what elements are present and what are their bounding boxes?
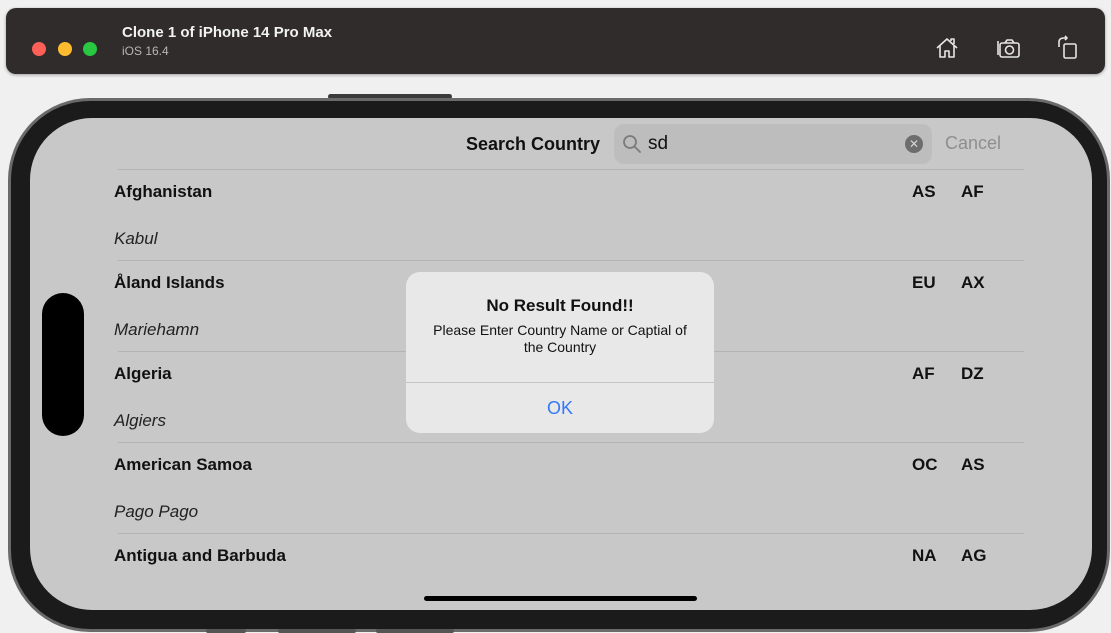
search-input[interactable] [648, 132, 888, 156]
device-screen: Search Country ✕ Cancel Afghanistan Kabu… [30, 118, 1092, 610]
zoom-window-button[interactable] [83, 42, 97, 56]
rotate-icon[interactable] [1055, 35, 1081, 61]
country-code: DZ [961, 364, 984, 383]
search-bar[interactable]: ✕ [614, 124, 932, 164]
country-code: AG [961, 546, 987, 565]
country-code: AS [961, 455, 985, 474]
search-icon [622, 134, 642, 154]
volume-up-button [278, 629, 356, 633]
list-item[interactable]: American Samoa Pago Pago OC AS [30, 442, 1092, 533]
window-title: Clone 1 of iPhone 14 Pro Max [122, 24, 333, 41]
country-capital: Mariehamn [114, 320, 200, 339]
cancel-button[interactable]: Cancel [945, 133, 1001, 154]
country-name: Afghanistan [114, 182, 213, 201]
list-item[interactable]: Afghanistan Kabul AS AF [30, 169, 1092, 260]
country-capital: Algiers [114, 411, 166, 430]
dynamic-island [42, 293, 84, 436]
clear-search-icon[interactable]: ✕ [905, 135, 923, 153]
country-name: American Samoa [114, 455, 252, 474]
country-capital: Kabul [114, 229, 158, 248]
nav-title: Search Country [466, 134, 601, 154]
alert-message: Please Enter Country Name or Captial of … [433, 322, 687, 355]
continent-code: OC [912, 455, 938, 474]
continent-code: AF [912, 364, 935, 383]
country-name: Antigua and Barbuda [114, 546, 286, 565]
ok-button[interactable]: OK [406, 383, 714, 433]
alert-title: No Result Found!! [486, 296, 634, 315]
home-icon[interactable] [934, 35, 960, 61]
country-code: AF [961, 182, 984, 201]
no-result-alert: No Result Found!! Please Enter Country N… [406, 272, 714, 433]
country-capital: Pago Pago [114, 502, 199, 521]
continent-code: NA [912, 546, 937, 565]
close-window-button[interactable] [32, 42, 46, 56]
volume-button [206, 629, 246, 633]
country-code: AX [961, 273, 985, 292]
minimize-window-button[interactable] [58, 42, 72, 56]
continent-code: EU [912, 273, 936, 292]
home-indicator[interactable] [424, 596, 697, 601]
window-subtitle: iOS 16.4 [122, 44, 169, 58]
volume-down-button [376, 629, 454, 633]
screenshot-icon[interactable] [996, 35, 1022, 61]
country-name: Åland Islands [114, 273, 225, 292]
simulator-titlebar: Clone 1 of iPhone 14 Pro Max iOS 16.4 [6, 8, 1105, 74]
continent-code: AS [912, 182, 936, 201]
country-name: Algeria [114, 364, 172, 383]
